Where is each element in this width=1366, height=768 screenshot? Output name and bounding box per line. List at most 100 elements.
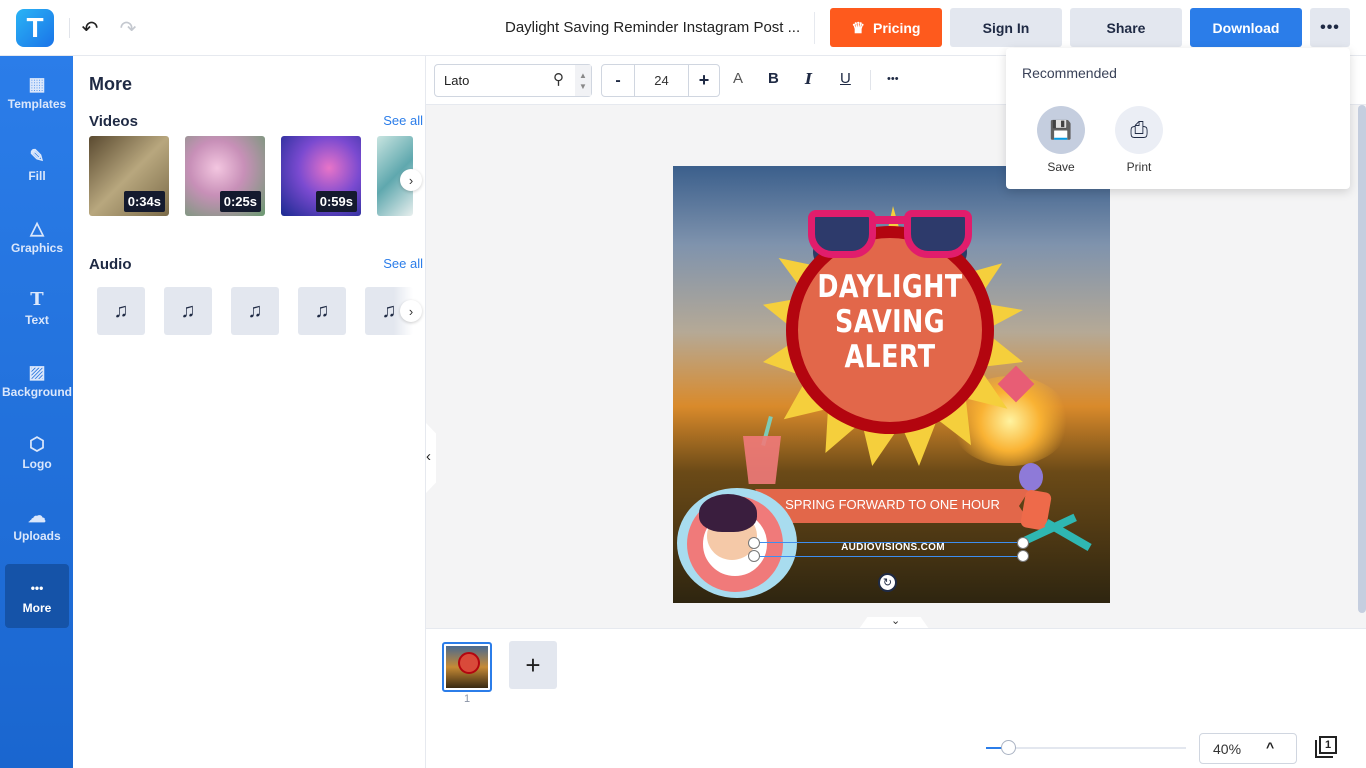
sidebar-item-more[interactable]: ••• More — [5, 564, 69, 628]
bridge — [874, 216, 906, 224]
video-duration: 0:25s — [219, 191, 261, 212]
resize-handle[interactable] — [1017, 550, 1029, 562]
redo-icon[interactable]: ↷ — [114, 14, 142, 42]
chevron-down-icon[interactable]: ⌄ — [891, 614, 900, 627]
video-thumbnail[interactable]: 0:59s — [281, 136, 361, 216]
music-note-icon: ♫ — [180, 299, 196, 322]
chevron-up-icon[interactable]: ^ — [1266, 739, 1274, 755]
vertical-scrollbar[interactable] — [1358, 105, 1366, 613]
caret-up-icon: ▲ — [579, 70, 587, 80]
audio-item[interactable]: ♫ — [298, 287, 346, 335]
video-duration: 0:34s — [123, 191, 165, 212]
audio-item[interactable]: ♫ — [97, 287, 145, 335]
sidebar-item-uploads[interactable]: ☁ Uploads — [5, 492, 69, 556]
music-note-icon: ♫ — [113, 299, 129, 322]
videos-see-all-link[interactable]: See all — [383, 113, 423, 128]
resize-handle[interactable] — [748, 537, 760, 549]
chevron-left-icon[interactable]: ‹ — [426, 448, 431, 465]
headline-text[interactable]: DAYLIGHT SAVING ALERT — [805, 270, 976, 375]
search-icon[interactable]: ⚲ — [553, 70, 564, 88]
audio-section-title: Audio — [89, 256, 132, 273]
website-text[interactable]: AUDIOVISIONS.COM — [763, 542, 1023, 553]
text-color-icon[interactable]: A — [733, 70, 743, 87]
music-note-icon: ♫ — [314, 299, 330, 322]
bold-icon[interactable]: B — [768, 70, 779, 87]
rotate-handle-icon[interactable]: ↻ — [878, 573, 897, 592]
video-thumbnail[interactable]: 0:34s — [89, 136, 169, 216]
italic-icon[interactable]: I — [805, 70, 812, 88]
print-option[interactable]: ⎙ Print — [1109, 106, 1169, 174]
videos-next-icon[interactable]: › — [400, 169, 422, 191]
font-size-stepper: - 24 + — [601, 64, 720, 97]
zoom-value: 40% — [1213, 741, 1242, 757]
audio-item[interactable]: ♫ — [231, 287, 279, 335]
share-button[interactable]: Share — [1070, 8, 1182, 47]
banner-text[interactable]: SPRING FORWARD TO ONE HOUR — [755, 497, 1030, 512]
page-count-icon[interactable]: 1 — [1319, 736, 1337, 754]
download-button[interactable]: Download — [1190, 8, 1302, 47]
video-thumbnail[interactable]: 0:25s — [185, 136, 265, 216]
sidebar-item-graphics[interactable]: △ Graphics — [5, 204, 69, 268]
lens — [808, 210, 876, 258]
pricing-button[interactable]: ♛ Pricing — [830, 8, 942, 47]
shapes-icon: △ — [30, 218, 44, 238]
undo-icon[interactable]: ↶ — [76, 14, 104, 42]
more-options-button[interactable]: ••• — [1310, 8, 1350, 47]
logo-letter: T — [26, 12, 44, 43]
resize-handle[interactable] — [1017, 537, 1029, 549]
sunglasses-graphic[interactable] — [808, 202, 973, 262]
sign-in-button[interactable]: Sign In — [950, 8, 1062, 47]
zoom-slider-track[interactable] — [986, 747, 1186, 749]
selection-border — [755, 556, 1023, 557]
sidebar-item-label: Templates — [7, 97, 67, 111]
font-name: Lato — [444, 73, 470, 88]
print-label: Print — [1126, 160, 1152, 174]
video-duration: 0:59s — [315, 191, 357, 212]
resize-handle[interactable] — [748, 550, 760, 562]
print-icon: ⎙ — [1115, 106, 1163, 154]
text-icon: T — [30, 289, 44, 310]
add-page-button[interactable]: + — [509, 641, 557, 689]
audio-item[interactable]: ♫ — [164, 287, 212, 335]
audio-see-all-link[interactable]: See all — [383, 256, 423, 271]
decrease-size-button[interactable]: - — [602, 65, 634, 96]
page-thumbnail[interactable] — [442, 642, 492, 692]
font-size-input[interactable]: 24 — [634, 65, 689, 96]
sidebar-item-text[interactable]: T Text — [5, 276, 69, 340]
music-note-icon: ♫ — [381, 299, 397, 322]
document-title[interactable]: Daylight Saving Reminder Instagram Post … — [505, 19, 800, 36]
zoom-select[interactable]: 40% ^ — [1199, 733, 1297, 764]
font-family-select[interactable]: Lato ⚲ ▲ ▼ — [434, 64, 592, 97]
sidebar-item-templates[interactable]: ▦ Templates — [5, 60, 69, 124]
font-spinner[interactable]: ▲ ▼ — [575, 65, 591, 96]
videos-section-title: Videos — [89, 113, 138, 130]
sidebar-item-logo[interactable]: ⬡ Logo — [5, 420, 69, 484]
more-dots-icon: ••• — [30, 581, 44, 595]
design-canvas[interactable]: DAYLIGHT SAVING ALERT SPRING FORWARD TO … — [673, 166, 1110, 603]
save-label: Save — [1047, 160, 1075, 174]
sidebar-item-label: Fill — [28, 169, 46, 183]
divider — [814, 12, 815, 44]
background-icon: ▨ — [28, 362, 46, 382]
save-option[interactable]: 💾 Save — [1031, 106, 1091, 174]
templates-icon: ▦ — [28, 74, 46, 94]
sidebar-item-fill[interactable]: ✎ Fill — [5, 132, 69, 196]
increase-size-button[interactable]: + — [689, 65, 719, 96]
more-options-icon[interactable]: ••• — [887, 73, 899, 85]
audio-next-icon[interactable]: › — [400, 300, 422, 322]
underline-icon[interactable]: U — [840, 70, 851, 87]
logo-icon: ⬡ — [29, 434, 45, 454]
sidebar-item-label: Text — [25, 313, 49, 327]
app-logo[interactable]: T — [16, 9, 54, 47]
drink-graphic[interactable] — [743, 436, 781, 484]
sidebar-item-background[interactable]: ▨ Background — [2, 348, 73, 412]
girl-hair — [699, 494, 757, 532]
zoom-slider-knob[interactable] — [1001, 740, 1016, 755]
pencil-icon: ✎ — [29, 146, 45, 166]
plus-icon: + — [525, 649, 541, 680]
page-number: 1 — [464, 693, 471, 705]
divider — [870, 70, 871, 90]
more-panel: More Videos See all 0:34s 0:25s 0:59s › … — [73, 56, 426, 768]
sidebar-item-label: Background — [2, 385, 73, 399]
cloud-upload-icon: ☁ — [28, 506, 46, 526]
